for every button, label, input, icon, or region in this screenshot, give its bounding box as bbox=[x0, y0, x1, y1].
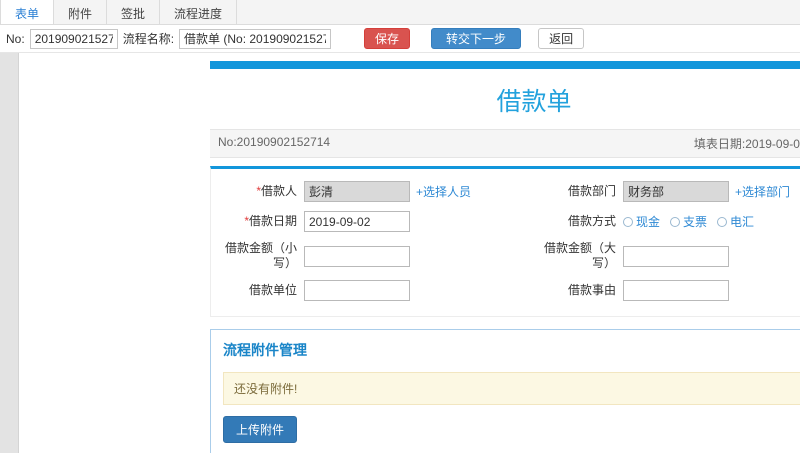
loan-reason-input[interactable] bbox=[623, 280, 729, 301]
form-info-row: No:20190902152714 填表日期:2019-09-02 15:27:… bbox=[210, 129, 800, 158]
tab-attachments[interactable]: 附件 bbox=[54, 0, 108, 24]
tab-bar: 表单 附件 签批 流程进度 bbox=[0, 0, 800, 25]
no-input[interactable] bbox=[29, 28, 118, 49]
back-button[interactable]: 返回 bbox=[538, 28, 585, 49]
form-fill-date: 填表日期:2019-09-02 15:27:1 bbox=[693, 137, 800, 151]
process-name-label: 流程名称: bbox=[122, 32, 175, 46]
loan-method-label: 借款方式 bbox=[567, 214, 616, 228]
left-strip bbox=[0, 53, 19, 453]
radio-wire[interactable]: 电汇 bbox=[717, 213, 754, 230]
loan-date-label: *借款日期 bbox=[244, 214, 297, 228]
select-department-link[interactable]: +选择部门 bbox=[735, 183, 790, 200]
toolbar: No: 流程名称: 保存 转交下一步 返回 bbox=[0, 25, 800, 53]
loan-method-options: 现金 支票 电汇 bbox=[623, 213, 754, 230]
process-name-input[interactable] bbox=[179, 28, 332, 49]
borrower-label: *借款人 bbox=[256, 184, 297, 198]
radio-circle-icon bbox=[623, 216, 633, 227]
attachments-title: 流程附件管理 bbox=[223, 342, 307, 358]
amount-upper-label: 借款金额（大写） bbox=[543, 241, 616, 270]
upload-attachment-button[interactable]: 上传附件 bbox=[223, 416, 298, 443]
tab-form[interactable]: 表单 bbox=[0, 0, 55, 24]
panel-top-bar bbox=[210, 61, 800, 69]
attachments-panel: 流程附件管理 还没有附件! 上传附件 bbox=[210, 329, 800, 453]
select-person-link[interactable]: +选择人员 bbox=[416, 183, 471, 200]
next-step-button[interactable]: 转交下一步 bbox=[431, 28, 522, 49]
radio-circle-icon bbox=[670, 216, 681, 227]
radio-circle-icon bbox=[717, 216, 728, 227]
radio-cash[interactable]: 现金 bbox=[623, 213, 660, 230]
amount-upper-input[interactable] bbox=[623, 245, 729, 267]
borrower-input[interactable] bbox=[304, 181, 410, 202]
amount-lower-input[interactable] bbox=[304, 245, 410, 267]
loan-form-panel: 借款单 No:20190902152714 填表日期:2019-09-02 15… bbox=[210, 61, 800, 453]
tab-progress[interactable]: 流程进度 bbox=[160, 0, 238, 24]
loan-date-input[interactable] bbox=[304, 211, 410, 232]
loan-unit-input[interactable] bbox=[304, 280, 410, 301]
no-label: No: bbox=[6, 31, 25, 46]
department-label: 借款部门 bbox=[567, 184, 616, 198]
radio-check[interactable]: 支票 bbox=[670, 213, 707, 230]
page-title: 借款单 bbox=[496, 88, 572, 116]
no-attachments-notice: 还没有附件! bbox=[223, 372, 800, 405]
tab-approval[interactable]: 签批 bbox=[107, 0, 161, 24]
amount-lower-label: 借款金额（小写） bbox=[224, 241, 297, 270]
department-input[interactable] bbox=[623, 181, 729, 202]
loan-unit-label: 借款单位 bbox=[248, 283, 297, 297]
form-fields-section: *借款人 +选择人员 借款部门 +选择部门 *借款日期 借款方式 bbox=[210, 166, 800, 317]
content-area: 借款单 No:20190902152714 填表日期:2019-09-02 15… bbox=[0, 53, 800, 453]
save-button[interactable]: 保存 bbox=[364, 28, 411, 49]
loan-reason-label: 借款事由 bbox=[567, 283, 616, 297]
form-no: No:20190902152714 bbox=[218, 135, 331, 149]
